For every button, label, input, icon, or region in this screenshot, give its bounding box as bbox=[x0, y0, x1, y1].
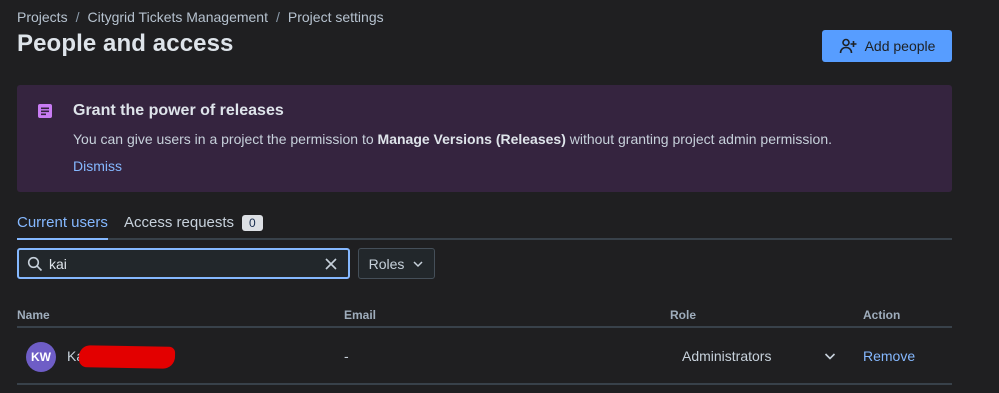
search-input[interactable] bbox=[49, 255, 322, 272]
banner-body: You can give users in a project the perm… bbox=[73, 131, 832, 147]
releases-banner: Grant the power of releases You can give… bbox=[17, 85, 952, 192]
breadcrumb-separator: / bbox=[75, 9, 80, 25]
people-and-access-page: Projects / Citygrid Tickets Management /… bbox=[0, 0, 999, 393]
user-tabs: Current users Access requests 0 bbox=[17, 214, 952, 240]
breadcrumb-separator: / bbox=[276, 9, 280, 25]
release-notes-icon bbox=[38, 104, 52, 118]
breadcrumb-item-project-settings[interactable]: Project settings bbox=[288, 9, 384, 25]
tab-access-requests-label: Access requests bbox=[124, 214, 235, 231]
column-header-email: Email bbox=[344, 308, 377, 322]
breadcrumb-item-projects[interactable]: Projects bbox=[17, 9, 68, 25]
banner-body-bold: Manage Versions (Releases) bbox=[377, 131, 566, 147]
search-icon bbox=[27, 256, 43, 271]
breadcrumb-item-project[interactable]: Citygrid Tickets Management bbox=[87, 9, 268, 25]
table-header: Name Email Role Action bbox=[17, 300, 952, 328]
page-title: People and access bbox=[17, 30, 234, 57]
table-row: KW Ka - Administrators Remove bbox=[17, 328, 952, 385]
chevron-down-icon bbox=[413, 260, 423, 267]
column-header-action: Action bbox=[863, 308, 901, 322]
banner-body-prefix: You can give users in a project the perm… bbox=[73, 131, 378, 147]
column-header-role: Role bbox=[670, 308, 697, 322]
banner-body-suffix: without granting project admin permissio… bbox=[565, 131, 832, 147]
tab-current-users[interactable]: Current users bbox=[17, 214, 108, 240]
search-field[interactable] bbox=[17, 248, 350, 279]
dismiss-link[interactable]: Dismiss bbox=[73, 158, 122, 174]
avatar: KW bbox=[26, 342, 56, 372]
tab-access-requests[interactable]: Access requests 0 bbox=[124, 214, 263, 237]
clear-icon[interactable] bbox=[322, 255, 340, 273]
roles-filter-dropdown[interactable]: Roles bbox=[358, 248, 435, 279]
breadcrumb: Projects / Citygrid Tickets Management /… bbox=[17, 9, 384, 25]
remove-user-button[interactable]: Remove bbox=[863, 348, 915, 364]
redaction-mark bbox=[78, 345, 176, 369]
user-email: - bbox=[344, 348, 349, 364]
banner-title: Grant the power of releases bbox=[73, 102, 284, 119]
role-select[interactable]: Administrators bbox=[682, 348, 771, 364]
add-user-icon bbox=[839, 38, 857, 54]
roles-filter-label: Roles bbox=[368, 255, 405, 272]
users-table: Name Email Role Action KW Ka - Administr… bbox=[17, 300, 952, 385]
chevron-down-icon[interactable] bbox=[823, 349, 837, 363]
access-requests-count-badge: 0 bbox=[242, 214, 263, 231]
column-header-name[interactable]: Name bbox=[17, 308, 50, 322]
add-people-button[interactable]: Add people bbox=[822, 30, 952, 62]
add-people-label: Add people bbox=[864, 38, 936, 54]
